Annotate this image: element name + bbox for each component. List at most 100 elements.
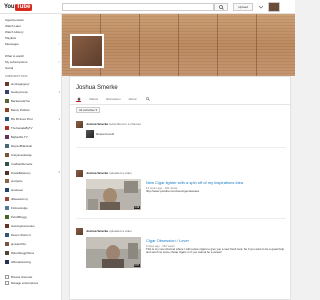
sidebar-item-my-subscriptions[interactable]: My subscriptions > <box>5 60 60 65</box>
tab-discussion[interactable]: Discussion <box>106 97 121 101</box>
video-title-link[interactable]: Cigar Obsession / Lover <box>146 238 189 243</box>
youtube-logo[interactable]: You Tube <box>4 3 32 11</box>
sidebar-subscription-item[interactable]: BG Pictures Prod 1 <box>5 117 60 122</box>
channel-thumbnail <box>5 215 9 219</box>
sidebar-subscription-item[interactable]: PetrolBloggy <box>5 215 60 220</box>
avatar[interactable] <box>76 228 83 235</box>
search-input[interactable] <box>62 3 214 11</box>
sidebar-item-label: Watch History <box>5 30 24 34</box>
browse-channels-link[interactable]: Browse channels <box>5 274 32 279</box>
subscription-label: Cre8tebWernette <box>11 161 33 166</box>
sidebar-item-what-to-watch[interactable]: What to watch <box>5 54 60 59</box>
sidebar-subscription-item[interactable]: prettyinte <box>5 179 60 184</box>
avatar[interactable] <box>268 2 280 12</box>
channel-thumbnail <box>5 108 9 113</box>
sidebar-subscription-item[interactable]: eluvkeeet <box>5 188 60 193</box>
channel-tabs: Videos Discussion About <box>76 96 151 102</box>
channel-card: Joshua Smerke Videos Discussion About Al… <box>69 76 291 300</box>
manage-subscriptions-label: Manage subscriptions <box>11 280 39 285</box>
feed-author[interactable]: Joshua Smerke <box>86 171 108 175</box>
divider <box>76 147 286 148</box>
sidebar-subscription-item[interactable]: HiflovdoGaming <box>5 259 60 264</box>
subscription-count-badge: 1 <box>58 117 60 121</box>
chevron-down-icon: ▾ <box>95 108 98 112</box>
channel-thumbnail <box>5 206 9 211</box>
sidebar-subscription-item[interactable]: beetleytroops 1 <box>5 90 60 95</box>
feed-item-subscribe: Joshua Smerke subscribed to a channel bl… <box>76 121 286 145</box>
channel-thumbnail <box>5 126 9 130</box>
feed-author[interactable]: Joshua Smerke <box>86 122 108 126</box>
sidebar-subscription-item[interactable]: BigbadNo TV <box>5 134 60 139</box>
subscriptions-heading: SUBSCRIPTIONS <box>5 75 28 78</box>
tab-home[interactable] <box>76 96 81 102</box>
video-description: This is my new channel where I will revi… <box>146 247 284 255</box>
sidebar-item-label: My subscriptions <box>5 60 28 64</box>
tab-about[interactable]: About <box>129 97 137 101</box>
channel-thumbnail <box>5 161 9 166</box>
search-button[interactable] <box>214 3 228 11</box>
avatar[interactable] <box>76 170 83 177</box>
channel-avatar[interactable] <box>70 34 104 68</box>
channel-thumbnail <box>5 250 9 255</box>
sidebar-subscription-item[interactable]: RidenSkegg/Nines <box>5 250 60 255</box>
feed-headline: Joshua Smerke uploaded a video <box>86 229 132 233</box>
activity-filter-dropdown[interactable]: All activities ▾ <box>76 107 101 113</box>
manage-subscriptions-link[interactable]: Manage subscriptions <box>5 280 38 285</box>
feed-author[interactable]: Joshua Smerke <box>86 229 108 233</box>
sidebar-subscription-item[interactable]: RiopsoffMarshall <box>5 143 60 148</box>
chevron-right-icon: > <box>58 60 60 64</box>
feed-action: uploaded a video <box>109 171 132 175</box>
sidebar-item-messages[interactable]: Messages > <box>5 42 60 47</box>
account-menu-button[interactable] <box>256 3 266 11</box>
subscribed-channel-chip[interactable]: blessed tenebi <box>86 130 114 138</box>
sidebar-item-watch-later[interactable]: Watch Later <box>5 24 60 29</box>
sidebar-subscription-item[interactable]: jamulechfire <box>5 241 60 246</box>
channel-thumbnail <box>5 117 9 122</box>
sidebar-item-label: Watch Later <box>5 24 22 28</box>
subscription-label: Dave's World of <box>11 232 31 237</box>
sidebar-subscription-item[interactable]: amcksgargeryl <box>5 81 60 86</box>
feed-item-video: Joshua Smerke uploaded a video 5:57 Ciga… <box>76 228 286 272</box>
sidebar-item-label: Messages <box>5 42 19 46</box>
video-thumbnail[interactable]: 5:57 <box>86 237 141 268</box>
sidebar-subscription-item[interactable]: Cre8tebWernette <box>5 161 60 166</box>
sidebar: OgenKenstein Watch Later Watch History P… <box>0 14 62 300</box>
video-title-link[interactable]: New Cigar lighter with a spin off of my … <box>146 180 243 185</box>
channel-thumbnail <box>5 90 9 95</box>
sidebar-item-label: What to watch <box>5 54 25 58</box>
sidebar-item-playlists[interactable]: Playlists <box>5 36 60 41</box>
upload-button[interactable]: Upload <box>233 3 253 11</box>
sidebar-item-social[interactable]: Social <box>5 66 60 71</box>
sidebar-item-channel[interactable]: OgenKenstein <box>5 18 60 23</box>
sidebar-subscription-item[interactable]: DustieBelaneny 2 <box>5 170 60 175</box>
activity-filter-label: All activities <box>79 108 95 112</box>
channel-thumbnail <box>5 81 9 86</box>
sidebar-subscription-item[interactable]: Barely Political <box>5 108 60 113</box>
subscription-label: RiopsoffMarshall <box>11 143 32 148</box>
subscription-label: dillweedonmy <box>11 197 28 202</box>
channel-thumbnail <box>5 188 9 193</box>
sidebar-subscription-item[interactable]: Dave's World of <box>5 232 60 237</box>
home-icon <box>76 96 81 101</box>
logo-tube-text: Tube <box>15 3 32 11</box>
subscription-label: prettyinte <box>11 179 23 184</box>
sidebar-item-label: Playlists <box>5 36 17 40</box>
sidebar-subscription-item[interactable]: BackwoodsYou <box>5 99 60 104</box>
sidebar-subscription-item[interactable]: dillweedonmy <box>5 197 60 202</box>
sidebar-subscription-item[interactable]: crazydoesitswap <box>5 152 60 157</box>
sidebar-subscription-item[interactable]: Gamingdownunder <box>5 223 60 228</box>
sidebar-subscription-item[interactable]: TheCanadaByTV <box>5 126 60 131</box>
subscription-label: jamulechfire <box>11 241 27 246</box>
upload-label: Upload <box>238 5 248 9</box>
subscription-label: HiflovdoGaming <box>11 259 31 264</box>
sidebar-item-label: OgenKenstein <box>5 18 25 22</box>
avatar[interactable] <box>76 121 83 128</box>
subscription-label: Barely Political <box>11 108 30 113</box>
video-thumbnail[interactable]: 3:49 <box>86 179 141 210</box>
sidebar-item-watch-history[interactable]: Watch History <box>5 30 60 35</box>
tab-videos[interactable]: Videos <box>89 97 98 101</box>
divider <box>76 218 286 219</box>
sidebar-subscription-item[interactable]: Firslovelodge <box>5 206 60 211</box>
channel-search-icon[interactable] <box>146 96 151 102</box>
video-duration: 5:57 <box>133 264 140 267</box>
